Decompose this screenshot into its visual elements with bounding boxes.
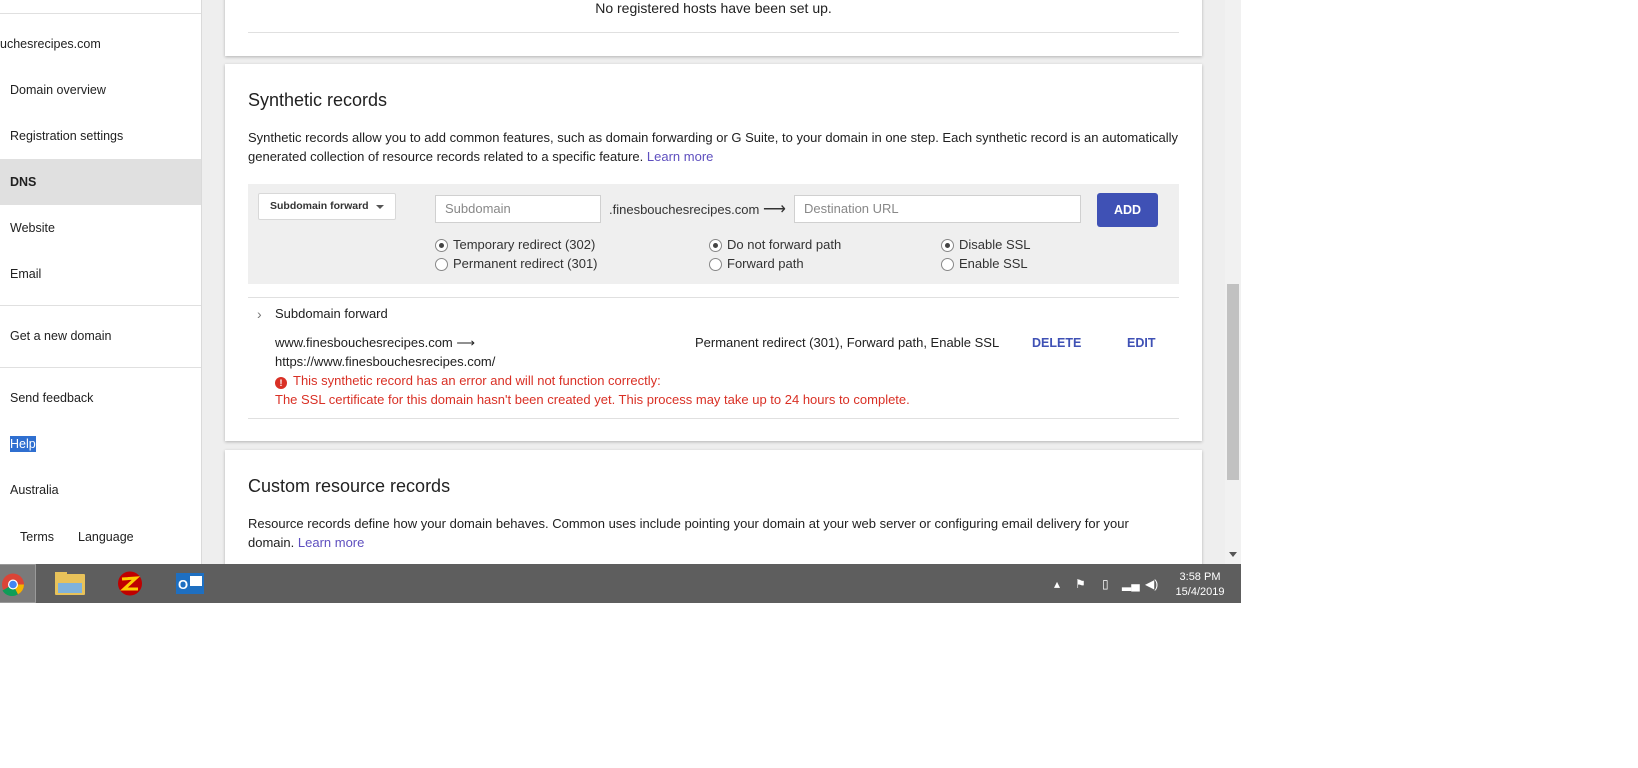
- main-content: No registered hosts have been set up. Sy…: [202, 0, 1225, 564]
- radio-unselected-icon: [941, 258, 954, 271]
- radio-forward-path[interactable]: Forward path: [709, 255, 804, 273]
- volume-icon[interactable]: ◀): [1145, 577, 1158, 591]
- help-label: Help: [10, 436, 36, 452]
- vertical-scrollbar[interactable]: [1225, 0, 1241, 564]
- record-source: www.finesbouchesrecipes.com ⟶: [275, 335, 475, 350]
- chevron-right-icon[interactable]: ›: [257, 306, 262, 322]
- footer-language-link[interactable]: Language: [78, 530, 134, 544]
- synthetic-learn-more-link[interactable]: Learn more: [647, 149, 713, 164]
- chrome-icon[interactable]: [0, 564, 36, 603]
- error-icon: !: [275, 377, 287, 389]
- clock-date: 15/4/2019: [1175, 586, 1225, 598]
- show-hidden-icons-icon[interactable]: ▴: [1054, 577, 1060, 591]
- synthetic-records-card: Synthetic records Synthetic records allo…: [225, 64, 1202, 441]
- radio-label: Enable SSL: [959, 256, 1028, 271]
- sidebar-item-registration-settings[interactable]: Registration settings: [0, 113, 201, 159]
- sidebar-item-country[interactable]: Australia: [0, 467, 201, 513]
- subdomain-input[interactable]: Subdomain: [435, 195, 601, 223]
- registered-hosts-card: No registered hosts have been set up.: [225, 0, 1202, 56]
- filezilla-icon[interactable]: [106, 564, 154, 603]
- network-signal-icon[interactable]: ▂▄: [1122, 577, 1140, 591]
- sidebar-item-domain-overview[interactable]: Domain overview: [0, 67, 201, 113]
- radio-unselected-icon: [435, 258, 448, 271]
- scrollbar-thumb[interactable]: [1227, 284, 1239, 480]
- radio-label: Do not forward path: [727, 237, 842, 252]
- custom-desc-text: Resource records define how your domain …: [248, 516, 1129, 550]
- file-explorer-icon[interactable]: [46, 564, 94, 603]
- radio-disable-ssl[interactable]: Disable SSL: [941, 236, 1031, 254]
- custom-records-description: Resource records define how your domain …: [248, 514, 1178, 552]
- sidebar-divider: [0, 13, 201, 14]
- no-hosts-message: No registered hosts have been set up.: [595, 0, 832, 16]
- system-clock[interactable]: 3:58 PM 15/4/2019: [1170, 570, 1230, 600]
- synthetic-record-form: Subdomain forward Subdomain .finesbouche…: [248, 184, 1179, 284]
- scroll-down-arrow-icon[interactable]: [1229, 552, 1237, 557]
- radio-label: Temporary redirect (302): [453, 237, 596, 252]
- divider: [248, 297, 1179, 298]
- sidebar-divider: [0, 305, 201, 306]
- radio-temporary-redirect[interactable]: Temporary redirect (302): [435, 236, 595, 254]
- divider: [248, 32, 1179, 33]
- battery-icon[interactable]: ▯: [1102, 577, 1109, 591]
- domain-suffix: .finesbouchesrecipes.com ⟶: [609, 199, 786, 219]
- sidebar-item-email[interactable]: Email: [0, 251, 201, 297]
- action-center-flag-icon[interactable]: ⚑: [1075, 577, 1086, 591]
- divider: [248, 418, 1179, 419]
- record-error-line-2: The SSL certificate for this domain hasn…: [275, 392, 910, 407]
- radio-unselected-icon: [709, 258, 722, 271]
- radio-selected-icon: [941, 239, 954, 252]
- sidebar-item-help[interactable]: Help: [0, 421, 201, 467]
- delete-record-button[interactable]: DELETE: [1032, 336, 1081, 350]
- record-type-value: Subdomain forward: [270, 200, 369, 212]
- taskbar: O ▴ ⚑ ▯ ▂▄ ◀) 3:58 PM 15/4/2019: [0, 564, 1241, 603]
- sidebar-item-send-feedback[interactable]: Send feedback: [0, 375, 201, 421]
- record-settings: Permanent redirect (301), Forward path, …: [695, 335, 1000, 350]
- radio-label: Disable SSL: [959, 237, 1031, 252]
- sidebar: uchesrecipes.com Domain overview Registr…: [0, 0, 202, 564]
- sidebar-divider: [0, 367, 201, 368]
- edit-record-button[interactable]: EDIT: [1127, 336, 1155, 350]
- record-destination: https://www.finesbouchesrecipes.com/: [275, 354, 496, 369]
- radio-enable-ssl[interactable]: Enable SSL: [941, 255, 1028, 273]
- chevron-down-icon: [376, 205, 384, 209]
- footer-terms-link[interactable]: Terms: [20, 530, 54, 544]
- destination-url-input[interactable]: Destination URL: [794, 195, 1081, 223]
- sidebar-item-get-new-domain[interactable]: Get a new domain: [0, 313, 201, 359]
- custom-records-title: Custom resource records: [248, 476, 451, 496]
- sidebar-item-website[interactable]: Website: [0, 205, 201, 251]
- sidebar-item-dns[interactable]: DNS: [0, 159, 201, 205]
- svg-text:O: O: [178, 577, 188, 592]
- record-error-line-1: ! This synthetic record has an error and …: [275, 373, 661, 389]
- add-button[interactable]: ADD: [1097, 193, 1158, 227]
- clock-time: 3:58 PM: [1179, 571, 1221, 583]
- arrow-right-icon: ⟶: [762, 201, 786, 218]
- record-type-dropdown[interactable]: Subdomain forward: [258, 193, 396, 220]
- custom-learn-more-link[interactable]: Learn more: [298, 535, 364, 550]
- outlook-icon[interactable]: O: [166, 564, 214, 603]
- radio-label: Permanent redirect (301): [453, 256, 598, 271]
- custom-resource-records-card: Custom resource records Resource records…: [225, 450, 1202, 564]
- radio-label: Forward path: [727, 256, 804, 271]
- radio-selected-icon: [709, 239, 722, 252]
- synthetic-records-title: Synthetic records: [248, 90, 388, 110]
- synthetic-records-description: Synthetic records allow you to add commo…: [248, 128, 1178, 166]
- sidebar-domain-name[interactable]: uchesrecipes.com: [0, 21, 201, 67]
- radio-permanent-redirect[interactable]: Permanent redirect (301): [435, 255, 598, 273]
- error-text: This synthetic record has an error and w…: [293, 373, 661, 388]
- radio-selected-icon: [435, 239, 448, 252]
- record-type-label: Subdomain forward: [275, 306, 388, 321]
- screen: uchesrecipes.com Domain overview Registr…: [0, 0, 1241, 603]
- domain-suffix-text: .finesbouchesrecipes.com: [609, 202, 760, 217]
- radio-do-not-forward-path[interactable]: Do not forward path: [709, 236, 841, 254]
